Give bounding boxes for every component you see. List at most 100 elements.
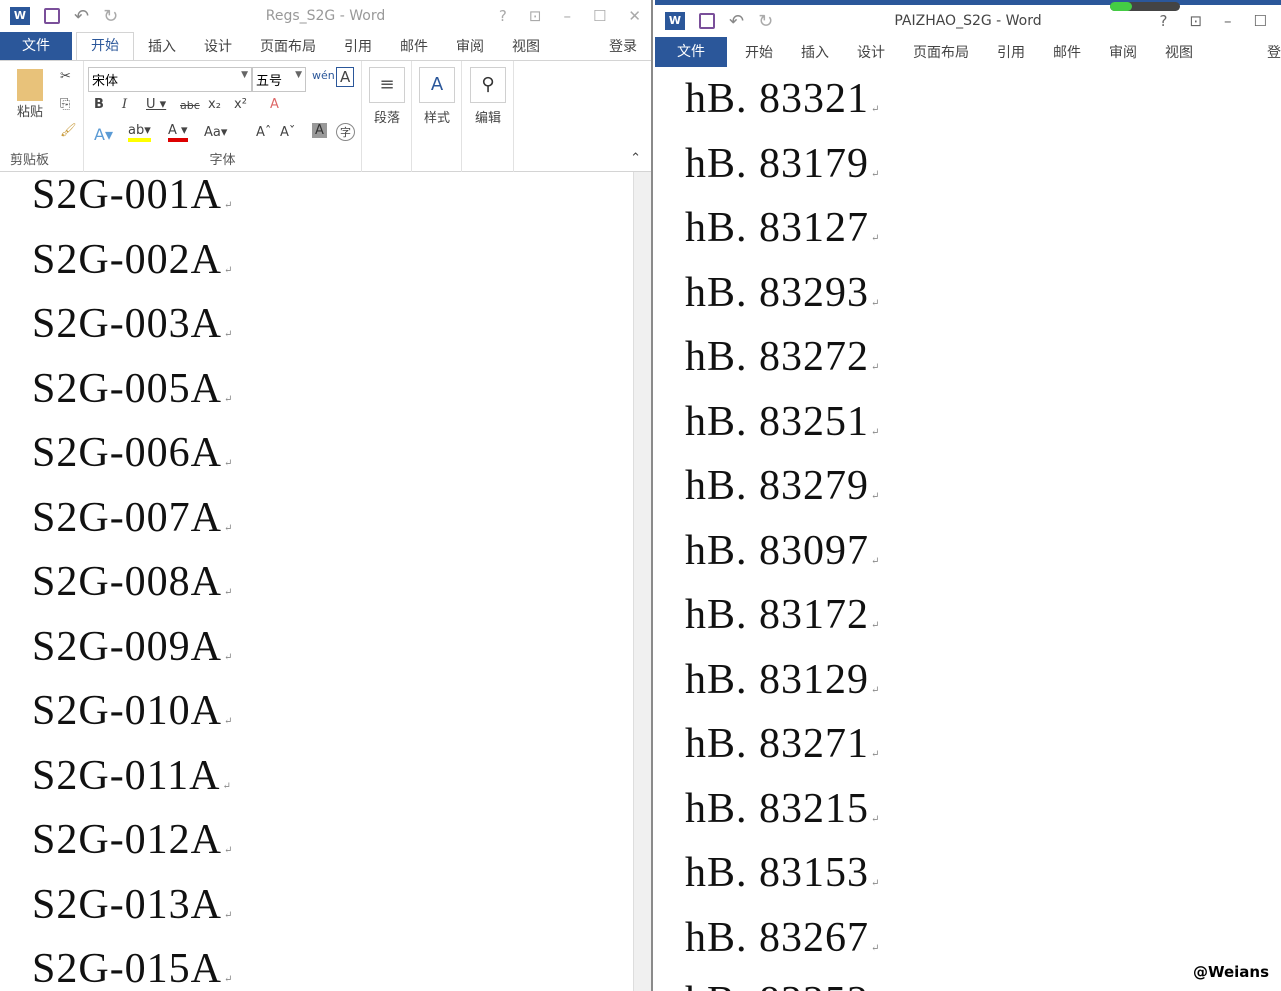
save-icon[interactable]: [699, 13, 715, 29]
paragraph-mark-icon: ↵: [224, 651, 234, 663]
font-name-select[interactable]: 宋体 ▼: [88, 67, 252, 92]
document-line[interactable]: hB. 83129 ↵: [685, 656, 880, 704]
document-line[interactable]: S2G-007A ↵: [32, 494, 233, 542]
document-line[interactable]: S2G-015A ↵: [32, 945, 233, 991]
document-line[interactable]: hB. 83271 ↵: [685, 720, 880, 768]
line-text: S2G-011A: [32, 752, 221, 799]
tab-file[interactable]: 文件: [0, 32, 72, 60]
copy-icon[interactable]: ⎘: [60, 97, 70, 112]
superscript-button[interactable]: x²: [234, 97, 247, 112]
line-text: S2G-012A: [32, 817, 223, 863]
underline-button[interactable]: U ▾: [146, 97, 166, 112]
line-text: hB. 83153: [685, 850, 870, 896]
document-line[interactable]: S2G-001A ↵: [32, 171, 233, 219]
document-line[interactable]: hB. 83153 ↵: [685, 849, 880, 897]
document-line[interactable]: S2G-010A ↵: [32, 687, 233, 735]
document-line[interactable]: hB. 83127 ↵: [685, 204, 880, 252]
undo-icon[interactable]: ↶: [729, 11, 744, 32]
collapse-ribbon-icon[interactable]: ⌃: [630, 151, 641, 166]
text-effects-icon[interactable]: A▾: [94, 125, 113, 144]
save-icon[interactable]: [44, 8, 60, 24]
tab-layout[interactable]: 页面布局: [899, 42, 983, 62]
maximize-icon[interactable]: ☐: [593, 7, 606, 25]
enclose-characters-icon[interactable]: 字: [336, 123, 355, 141]
document-line[interactable]: S2G-005A ↵: [32, 365, 233, 413]
tab-home[interactable]: 开始: [731, 42, 787, 62]
character-border-icon[interactable]: A: [336, 67, 355, 87]
document-line[interactable]: hB. 83097 ↵: [685, 527, 880, 575]
tab-insert[interactable]: 插入: [787, 42, 843, 62]
line-text: hB. 83267: [685, 914, 870, 961]
tab-view[interactable]: 视图: [1151, 42, 1207, 62]
help-icon[interactable]: ?: [499, 7, 507, 25]
document-line[interactable]: hB. 83215 ↵: [685, 785, 880, 833]
paste-button[interactable]: 粘贴: [12, 69, 48, 120]
editing-group[interactable]: ⚲ 编辑: [462, 61, 514, 172]
document-line[interactable]: S2G-011A ↵: [32, 752, 232, 800]
document-line[interactable]: hB. 83321 ↵: [685, 75, 880, 123]
document-line[interactable]: hB. 83179 ↵: [685, 140, 880, 188]
document-line[interactable]: hB. 83267 ↵: [685, 914, 880, 962]
help-icon[interactable]: ?: [1160, 12, 1168, 30]
ribbon-display-icon[interactable]: ⊡: [529, 7, 542, 25]
tab-layout[interactable]: 页面布局: [246, 36, 330, 56]
tab-insert[interactable]: 插入: [134, 36, 190, 56]
document-line[interactable]: S2G-012A ↵: [32, 816, 233, 864]
document-line[interactable]: hB. 83252↵: [685, 978, 880, 991]
document-line[interactable]: hB. 83251 ↵: [685, 398, 880, 446]
tab-file[interactable]: 文件: [655, 37, 727, 67]
document-line[interactable]: S2G-013A ↵: [32, 881, 233, 929]
document-line[interactable]: hB. 83293 ↵: [685, 269, 880, 317]
document-line[interactable]: hB. 83279 ↵: [685, 462, 880, 510]
minimize-icon[interactable]: –: [1224, 12, 1232, 30]
highlight-icon[interactable]: ab▾: [128, 123, 151, 142]
styles-group[interactable]: A 样式: [412, 61, 462, 172]
italic-button[interactable]: I: [122, 97, 127, 112]
font-size-select[interactable]: 五号 ▼: [252, 67, 306, 92]
subscript-button[interactable]: x₂: [208, 97, 221, 112]
phonetic-guide-icon[interactable]: wén: [312, 69, 335, 82]
ribbon: 粘贴 ✂ ⎘ 🖌 剪贴板 宋体 ▼ 五号 ▼ wén A B I U ▾ abc x…: [0, 60, 651, 172]
document-body[interactable]: S2G-001A ↵ S2G-002A ↵ S2G-003A ↵ S2G-005A ↵ S2G-…: [0, 172, 651, 991]
tab-review[interactable]: 审阅: [1095, 42, 1151, 62]
change-case-icon[interactable]: Aa▾: [204, 125, 227, 140]
tab-review[interactable]: 审阅: [442, 36, 498, 56]
document-line[interactable]: S2G-003A ↵: [32, 300, 233, 348]
document-body[interactable]: hB. 83321 ↵ hB. 83179 ↵ hB. 83127 ↵ hB. 83293 ↵…: [655, 67, 1281, 991]
document-line[interactable]: S2G-009A ↵: [32, 623, 233, 671]
bold-button[interactable]: B: [94, 97, 104, 112]
font-color-icon[interactable]: A ▾: [168, 123, 188, 142]
document-line[interactable]: S2G-008A ↵: [32, 558, 233, 606]
format-painter-icon[interactable]: 🖌: [60, 123, 77, 138]
minimize-icon[interactable]: –: [563, 7, 571, 25]
tab-view[interactable]: 视图: [498, 36, 554, 56]
grow-font-icon[interactable]: Aˆ: [256, 125, 271, 140]
tab-design[interactable]: 设计: [843, 42, 899, 62]
document-line[interactable]: hB. 83172 ↵: [685, 591, 880, 639]
tab-home[interactable]: 开始: [76, 32, 134, 60]
tab-design[interactable]: 设计: [190, 36, 246, 56]
character-shading-icon[interactable]: A: [312, 123, 327, 138]
shrink-font-icon[interactable]: Aˇ: [280, 125, 295, 140]
close-icon[interactable]: ✕: [628, 7, 641, 25]
clear-formatting-icon[interactable]: A: [270, 97, 279, 112]
tab-mailings[interactable]: 邮件: [1039, 42, 1095, 62]
login-link[interactable]: 登: [1253, 42, 1281, 62]
redo-icon[interactable]: ↻: [758, 11, 773, 32]
tab-references[interactable]: 引用: [983, 42, 1039, 62]
cut-icon[interactable]: ✂: [60, 69, 71, 84]
document-line[interactable]: S2G-002A ↵: [32, 236, 233, 284]
paragraph-group[interactable]: ≡ 段落: [362, 61, 412, 172]
tab-references[interactable]: 引用: [330, 36, 386, 56]
ribbon-display-icon[interactable]: ⊡: [1189, 12, 1202, 30]
login-link[interactable]: 登录: [595, 36, 651, 56]
tab-mailings[interactable]: 邮件: [386, 36, 442, 56]
redo-icon[interactable]: ↻: [103, 6, 118, 27]
undo-icon[interactable]: ↶: [74, 6, 89, 27]
document-line[interactable]: S2G-006A ↵: [32, 429, 233, 477]
document-line[interactable]: hB. 83272 ↵: [685, 333, 880, 381]
strikethrough-button[interactable]: abc: [180, 99, 200, 112]
maximize-icon[interactable]: ☐: [1254, 12, 1267, 30]
paragraph-mark-icon: ↵: [224, 200, 234, 211]
vertical-scrollbar[interactable]: [633, 172, 651, 991]
